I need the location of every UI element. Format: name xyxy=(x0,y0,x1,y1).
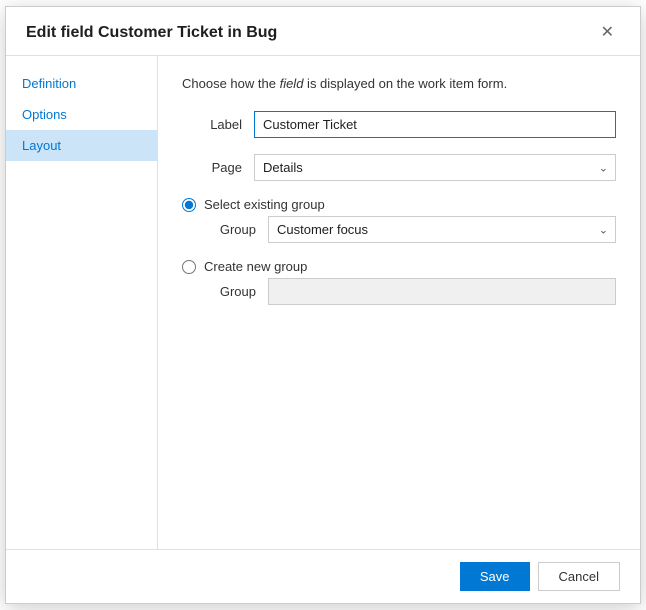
create-new-group-radio[interactable] xyxy=(182,260,196,274)
new-group-field-label: Group xyxy=(204,284,256,299)
save-button[interactable]: Save xyxy=(460,562,530,591)
create-new-group-label[interactable]: Create new group xyxy=(204,259,307,274)
close-button[interactable]: ✕ xyxy=(595,23,620,43)
select-existing-group-label[interactable]: Select existing group xyxy=(204,197,325,212)
dialog-header: Edit field Customer Ticket in Bug ✕ xyxy=(6,7,640,56)
edit-field-dialog: Edit field Customer Ticket in Bug ✕ Defi… xyxy=(5,6,641,604)
dialog-body: Definition Options Layout Choose how the… xyxy=(6,56,640,549)
create-new-group-row: Create new group xyxy=(182,259,616,274)
select-existing-group-radio[interactable] xyxy=(182,198,196,212)
page-row: Page Details ⌄ xyxy=(182,154,616,181)
page-field-label: Page xyxy=(182,160,242,175)
select-existing-group-section: Select existing group Group Customer foc… xyxy=(182,197,616,243)
label-input[interactable] xyxy=(254,111,616,138)
page-select[interactable]: Details xyxy=(254,154,616,181)
dialog-footer: Save Cancel xyxy=(6,549,640,603)
new-group-input xyxy=(268,278,616,305)
dialog-title: Edit field Customer Ticket in Bug xyxy=(26,24,277,42)
new-group-row: Group xyxy=(204,278,616,305)
cancel-button[interactable]: Cancel xyxy=(538,562,620,591)
group-select-wrapper: Customer focus ⌄ xyxy=(268,216,616,243)
new-group-control xyxy=(268,278,616,305)
sidebar-item-definition[interactable]: Definition xyxy=(6,68,157,99)
group-field-label: Group xyxy=(204,222,256,237)
create-new-group-section: Create new group Group xyxy=(182,259,616,305)
field-word: field xyxy=(280,76,304,91)
sidebar-item-options[interactable]: Options xyxy=(6,99,157,130)
page-select-wrapper: Details ⌄ xyxy=(254,154,616,181)
label-field-label: Label xyxy=(182,117,242,132)
sidebar: Definition Options Layout xyxy=(6,56,158,549)
existing-group-row: Group Customer focus ⌄ xyxy=(204,216,616,243)
group-select[interactable]: Customer focus xyxy=(268,216,616,243)
main-content: Choose how the field is displayed on the… xyxy=(158,56,640,549)
description-text: Choose how the field is displayed on the… xyxy=(182,76,616,91)
label-field-control xyxy=(254,111,616,138)
select-existing-group-row: Select existing group xyxy=(182,197,616,212)
sidebar-item-layout[interactable]: Layout xyxy=(6,130,157,161)
label-row: Label xyxy=(182,111,616,138)
